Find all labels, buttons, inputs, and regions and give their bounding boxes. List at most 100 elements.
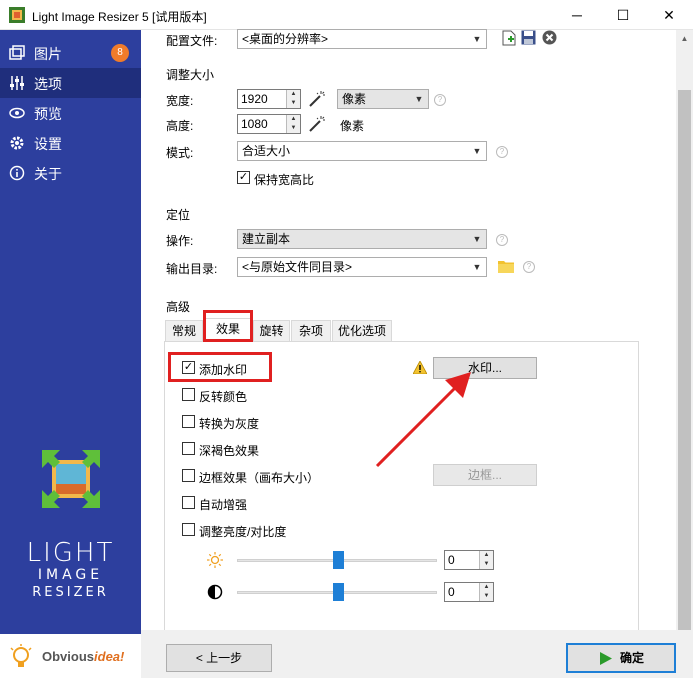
keep-ratio-checkbox[interactable]: ✓ xyxy=(237,171,250,184)
help-icon[interactable]: ? xyxy=(523,261,535,273)
effect-checkbox[interactable] xyxy=(182,469,195,482)
chevron-down-icon[interactable]: ▼ xyxy=(480,592,493,601)
maximize-icon: ☐ xyxy=(616,6,630,23)
action-select[interactable]: 建立副本 ▼ xyxy=(237,229,487,249)
sidebar-item-about[interactable]: 关于 xyxy=(0,158,141,188)
chevron-down-icon: ▼ xyxy=(472,146,482,156)
chevron-up-icon[interactable]: ▲ xyxy=(480,551,493,560)
help-icon[interactable]: ? xyxy=(434,94,446,106)
magic-wand-icon[interactable] xyxy=(308,90,326,108)
mode-select[interactable]: 合适大小 ▼ xyxy=(237,141,487,161)
vertical-scrollbar[interactable]: ▲ xyxy=(676,30,693,630)
idea-exclaim: ! xyxy=(120,649,125,664)
scroll-up-icon[interactable]: ▲ xyxy=(676,30,693,47)
chevron-down-icon[interactable]: ▼ xyxy=(287,99,300,108)
sidebar-item-settings[interactable]: 设置 xyxy=(0,128,141,158)
effect-checkbox[interactable] xyxy=(182,523,195,536)
sidebar-item-options[interactable]: 选项 xyxy=(0,68,141,98)
effect-auto-enhance-label[interactable]: 自动增强 xyxy=(199,496,247,513)
minimize-icon: ─ xyxy=(572,7,582,23)
contrast-stepper[interactable]: 0 ▲ ▼ xyxy=(444,582,494,602)
help-icon[interactable]: ? xyxy=(496,146,508,158)
height-stepper-buttons[interactable]: ▲ ▼ xyxy=(286,115,300,133)
ok-label: 确定 xyxy=(620,651,645,665)
width-stepper[interactable]: 1920 ▲ ▼ xyxy=(237,89,301,109)
app-icon xyxy=(9,7,25,23)
brightness-stepper[interactable]: 0 ▲ ▼ xyxy=(444,550,494,570)
obviousidea-logo[interactable]: Obviousidea! xyxy=(0,634,141,678)
ok-button[interactable]: 确定 xyxy=(566,643,676,673)
annotation-highlight-effects-tab xyxy=(203,310,253,342)
effect-brightness-label[interactable]: 调整亮度/对比度 xyxy=(199,523,286,540)
brightness-slider-handle[interactable] xyxy=(332,551,344,569)
title-bar: Light Image Resizer 5 [试用版本] ─ ☐ ✕ xyxy=(0,0,693,30)
output-dir-label: 输出目录: xyxy=(166,262,218,276)
advanced-section-title: 高级 xyxy=(166,300,191,314)
keep-ratio-label[interactable]: 保持宽高比 xyxy=(254,171,314,188)
contrast-value: 0 xyxy=(448,585,455,599)
profile-select[interactable]: <桌面的分辨率> ▼ xyxy=(237,29,487,49)
chevron-up-icon[interactable]: ▲ xyxy=(480,583,493,592)
height-label: 高度: xyxy=(166,119,194,133)
close-icon: ✕ xyxy=(663,6,675,23)
brightness-stepper-buttons[interactable]: ▲ ▼ xyxy=(479,551,493,569)
scrollbar-thumb[interactable] xyxy=(678,90,691,630)
magic-wand-icon[interactable] xyxy=(308,115,326,133)
brand-text-image: IMAGE xyxy=(37,567,104,583)
effect-sepia-label[interactable]: 深褐色效果 xyxy=(199,442,259,459)
sidebar: 图片 8 选项 预览 设置 关于 LIGHT IMAGE RESIZER Obv… xyxy=(0,30,141,678)
chevron-down-icon: ▼ xyxy=(472,262,482,272)
mode-value: 合适大小 xyxy=(242,144,291,158)
sidebar-item-preview[interactable]: 预览 xyxy=(0,98,141,128)
image-count-badge: 8 xyxy=(111,44,129,62)
height-stepper[interactable]: 1080 ▲ ▼ xyxy=(237,114,301,134)
sidebar-item-images[interactable]: 图片 8 xyxy=(0,38,141,68)
brightness-slider-track[interactable] xyxy=(237,551,437,569)
tab-optimize[interactable]: 优化选项 xyxy=(332,320,392,342)
chevron-down-icon: ▼ xyxy=(414,94,424,104)
unit-select[interactable]: 像素 ▼ xyxy=(337,89,429,109)
chevron-down-icon[interactable]: ▼ xyxy=(480,560,493,569)
contrast-slider-track[interactable] xyxy=(237,583,437,601)
effect-checkbox[interactable] xyxy=(182,388,195,401)
tab-rotate[interactable]: 旋转 xyxy=(253,320,290,342)
profile-value: <桌面的分辨率> xyxy=(242,32,329,46)
width-label: 宽度: xyxy=(166,94,194,108)
minimize-button[interactable]: ─ xyxy=(554,0,600,30)
chevron-up-icon[interactable]: ▲ xyxy=(287,115,300,124)
output-dir-select[interactable]: <与原始文件同目录> ▼ xyxy=(237,257,487,277)
tab-misc[interactable]: 杂项 xyxy=(291,320,331,342)
sidebar-item-label: 选项 xyxy=(34,76,62,92)
folder-icon[interactable] xyxy=(498,259,514,273)
contrast-slider-handle[interactable] xyxy=(332,583,344,601)
effect-checkbox[interactable] xyxy=(182,442,195,455)
help-icon[interactable]: ? xyxy=(496,234,508,246)
delete-profile-icon[interactable] xyxy=(542,30,557,45)
new-profile-icon[interactable] xyxy=(502,30,516,46)
save-profile-icon[interactable] xyxy=(521,30,536,45)
effect-checkbox[interactable] xyxy=(182,415,195,428)
effect-invert-label[interactable]: 反转颜色 xyxy=(199,388,247,405)
effect-checkbox[interactable] xyxy=(182,496,195,509)
effect-border-label[interactable]: 边框效果（画布大小） xyxy=(199,469,319,486)
maximize-button[interactable]: ☐ xyxy=(600,0,646,30)
brand-logo-icon xyxy=(42,450,100,508)
brand-text-light: LIGHT xyxy=(26,538,115,568)
images-icon xyxy=(9,45,25,61)
play-icon xyxy=(600,652,612,665)
contrast-stepper-buttons[interactable]: ▲ ▼ xyxy=(479,583,493,601)
obvious-word: Obvious xyxy=(42,649,95,664)
height-value: 1080 xyxy=(241,117,268,131)
sidebar-item-label: 图片 xyxy=(34,46,62,62)
close-button[interactable]: ✕ xyxy=(646,0,692,30)
brightness-value: 0 xyxy=(448,553,455,567)
chevron-up-icon[interactable]: ▲ xyxy=(287,90,300,99)
sliders-icon xyxy=(9,75,25,91)
effect-grayscale-label[interactable]: 转换为灰度 xyxy=(199,415,259,432)
back-button[interactable]: < 上一步 xyxy=(166,644,272,672)
mode-label: 模式: xyxy=(166,146,194,160)
gear-icon xyxy=(9,135,25,151)
chevron-down-icon[interactable]: ▼ xyxy=(287,124,300,133)
width-stepper-buttons[interactable]: ▲ ▼ xyxy=(286,90,300,108)
tab-general[interactable]: 常规 xyxy=(165,320,203,342)
